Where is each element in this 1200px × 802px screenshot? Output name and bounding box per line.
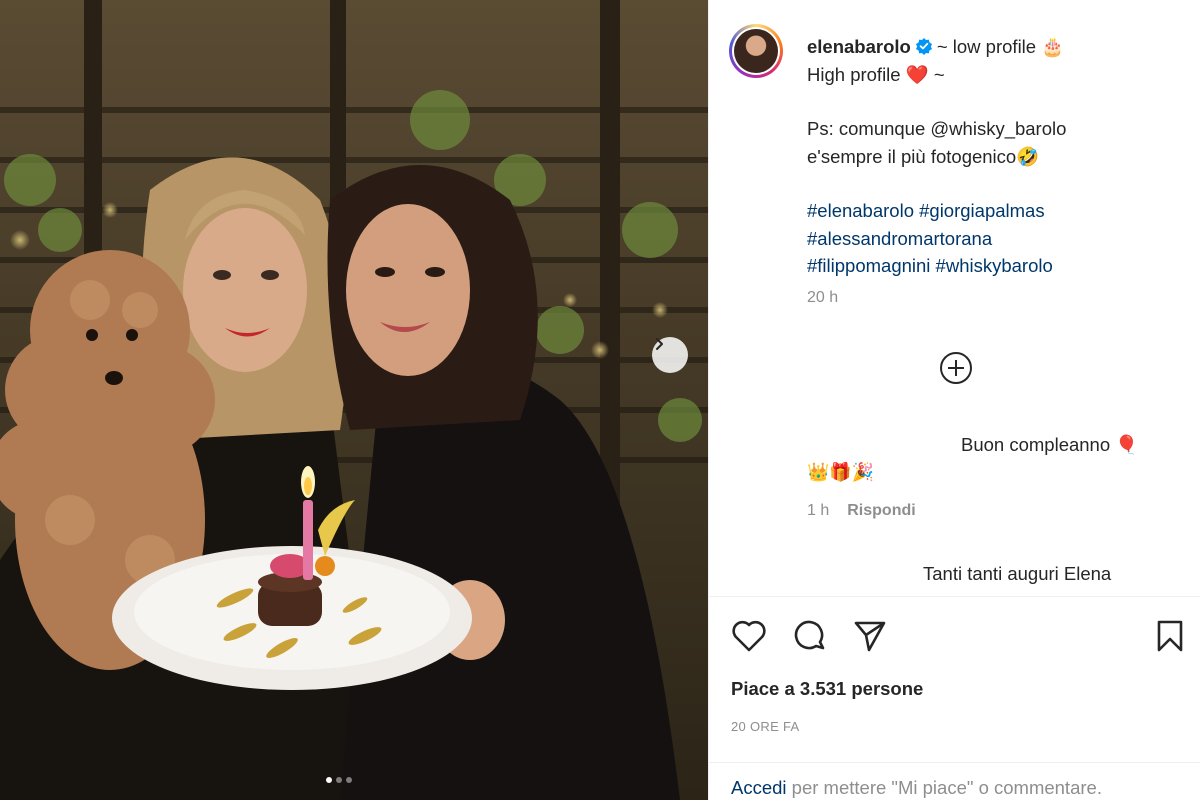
comment-icon[interactable] bbox=[793, 619, 827, 653]
likes-count[interactable]: Piace a 3.531 persone bbox=[731, 678, 923, 700]
load-more-comments-icon[interactable] bbox=[939, 351, 973, 385]
login-prompt: Accedi per mettere "Mi piace" o commenta… bbox=[709, 762, 1200, 802]
caption-time: 20 h bbox=[807, 289, 839, 306]
carousel-dot bbox=[346, 777, 352, 783]
carousel-indicator bbox=[326, 777, 352, 783]
post-actions: Piace a 3.531 persone 20 ORE FA Accedi p… bbox=[709, 596, 1200, 801]
comment-text: Buon compleanno 🎈 bbox=[961, 434, 1139, 455]
carousel-dot bbox=[326, 777, 332, 783]
comment-emoji: 👑🎁🎉 bbox=[807, 462, 875, 482]
photo-illustration bbox=[0, 0, 708, 800]
avatar[interactable] bbox=[729, 24, 783, 78]
avatar-photo bbox=[734, 29, 778, 73]
share-icon[interactable] bbox=[853, 619, 887, 653]
caption-line-1: ~ low profile 🎂 bbox=[936, 36, 1065, 57]
caption-line-3: Ps: comunque @whisky_barolo bbox=[807, 118, 1067, 139]
bookmark-icon[interactable] bbox=[1155, 619, 1185, 653]
hashtag-line-3[interactable]: #filippomagnini #whiskybarolo bbox=[807, 252, 1177, 280]
post-photo bbox=[0, 0, 708, 800]
login-prompt-text: per mettere "Mi piace" o commentare. bbox=[786, 777, 1102, 798]
comment-meta: 1 h Rispondi bbox=[807, 502, 916, 520]
login-link[interactable]: Accedi bbox=[731, 777, 787, 798]
comment-time: 1 h bbox=[807, 502, 830, 519]
post-details-panel: elenabarolo ~ low profile 🎂 High profile… bbox=[708, 0, 1200, 800]
comment-text: Tanti tanti auguri Elena bbox=[923, 563, 1112, 584]
carousel-dot bbox=[336, 777, 342, 783]
post-timestamp: 20 ORE FA bbox=[731, 719, 800, 734]
caption-line-2: High profile ❤️ ~ bbox=[807, 63, 945, 85]
comments-section: elenabarolo ~ low profile 🎂 High profile… bbox=[709, 0, 1200, 600]
hashtag-line-2[interactable]: #alessandromartorana bbox=[807, 225, 1177, 253]
hashtag-line-1[interactable]: #elenabarolo #giorgiapalmas bbox=[807, 197, 1177, 225]
heart-icon[interactable] bbox=[731, 619, 767, 653]
chevron-right-icon bbox=[656, 338, 663, 350]
next-photo-button[interactable] bbox=[652, 337, 688, 373]
caption-line-4: e'sempre il più fotogenico🤣 bbox=[807, 145, 1040, 167]
post-caption: elenabarolo ~ low profile 🎂 High profile… bbox=[807, 33, 1177, 280]
verified-badge-icon bbox=[915, 38, 932, 55]
username-link[interactable]: elenabarolo bbox=[807, 36, 911, 57]
reply-button[interactable]: Rispondi bbox=[847, 502, 915, 519]
